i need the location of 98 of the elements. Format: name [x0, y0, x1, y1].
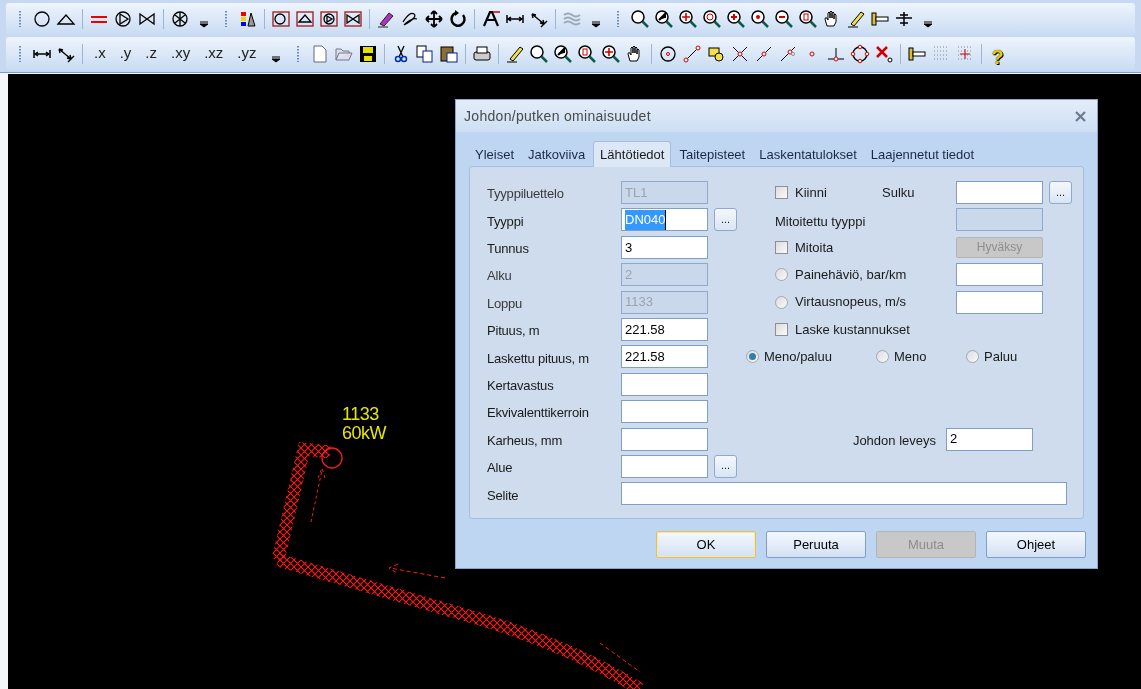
x-mark-icon[interactable] — [873, 43, 894, 64]
radio-button[interactable] — [746, 350, 759, 364]
field-label: Tyyppi — [487, 212, 525, 231]
input-field[interactable] — [621, 372, 708, 396]
zoom-out-icon[interactable] — [774, 9, 794, 29]
input-field[interactable]: 3 — [621, 235, 708, 259]
circle-center-icon[interactable] — [657, 43, 678, 64]
grip-icon — [18, 11, 22, 27]
input-field[interactable] — [621, 427, 708, 451]
field-label: Virtausnopeus, m/s — [795, 293, 908, 312]
zoom-page-icon[interactable] — [576, 43, 597, 64]
line-endpoints-icon[interactable] — [681, 43, 702, 64]
node-label: 1133 — [342, 405, 380, 424]
grip-icon — [224, 11, 228, 27]
window-title: Johdon/putken ominaisuudet — [464, 106, 651, 126]
field-label: Alku — [487, 267, 513, 286]
zoom-icon[interactable] — [528, 43, 549, 64]
save-icon[interactable] — [357, 43, 378, 64]
copy-icon[interactable] — [414, 43, 435, 64]
field-label: Paluu — [984, 348, 1018, 367]
zoom-window-icon[interactable] — [654, 9, 674, 29]
coordinate-button[interactable]: .xz — [199, 41, 229, 66]
dialog-button[interactable]: Peruuta — [766, 531, 866, 558]
field-label: Kiinni — [795, 183, 828, 202]
input-field[interactable] — [621, 400, 708, 424]
input-field[interactable] — [956, 181, 1043, 204]
zoom-magnifier-icon[interactable] — [702, 9, 722, 29]
coordinate-button[interactable]: .x — [89, 41, 111, 66]
field-label: Tunnus — [487, 240, 530, 259]
framed-pump-icon[interactable] — [319, 9, 339, 29]
coordinate-button[interactable]: .y — [114, 41, 137, 66]
tab[interactable]: Laskentatulokset — [753, 144, 863, 166]
close-icon — [1074, 110, 1086, 122]
coordinate-button[interactable]: .yz — [232, 41, 262, 66]
field-label: Pituus, m — [487, 322, 541, 341]
field-label: Mitoita — [795, 238, 835, 257]
field-label: Ekvivalenttikerroin — [487, 404, 590, 423]
field-label: Sulku — [882, 183, 916, 202]
grip-icon — [295, 45, 300, 62]
input-field[interactable] — [956, 290, 1043, 314]
input-field[interactable] — [621, 482, 1067, 506]
input-field[interactable]: 221.58 — [621, 317, 708, 341]
pump-icon[interactable] — [113, 9, 133, 29]
framed-valve-icon[interactable] — [343, 9, 363, 29]
cross-fitting-icon[interactable] — [894, 9, 914, 29]
input-field[interactable] — [621, 454, 708, 478]
zoom-page-icon[interactable] — [798, 9, 818, 29]
zoom-window-icon[interactable] — [552, 43, 573, 64]
pipe-end-icon[interactable] — [870, 9, 890, 29]
coordinate-button[interactable]: .z — [140, 41, 162, 66]
field-label: Karheus, mm — [487, 431, 564, 450]
dialog-button[interactable]: Ohjeet — [986, 531, 1086, 558]
field-label: Johdon leveys — [851, 431, 937, 450]
field-label: Loppu — [487, 294, 524, 313]
tab[interactable]: Taitepisteet — [673, 144, 752, 166]
zoom-extents-icon[interactable] — [600, 43, 621, 64]
field-label: Mitoitettu tyyppi — [775, 212, 867, 231]
tab[interactable]: Yleiset — [469, 144, 521, 166]
field-label: Laske kustannukset — [795, 320, 910, 339]
printer-icon[interactable] — [471, 43, 492, 64]
node-label: 60kW — [342, 424, 386, 443]
tab[interactable]: Lähtötiedot — [593, 141, 672, 167]
rotate-icon[interactable] — [448, 9, 468, 29]
circle-icon[interactable] — [32, 9, 52, 29]
valve-circle-icon[interactable] — [170, 9, 190, 29]
dialog-button[interactable]: OK — [656, 531, 756, 558]
pencil-icon[interactable] — [846, 9, 866, 29]
paste-icon[interactable] — [438, 43, 459, 64]
field-label: Meno — [894, 348, 928, 367]
field-label: Tyyppiluettelo — [487, 185, 565, 204]
field-label: Meno/paluu — [764, 348, 833, 367]
radio-button[interactable] — [876, 350, 889, 364]
palette-icon[interactable] — [238, 9, 258, 29]
grip-icon — [18, 45, 22, 62]
browse-button[interactable]: ... — [714, 454, 737, 478]
coordinate-button[interactable]: .xy — [166, 41, 196, 66]
field-label: Laskettu pituus, m — [487, 349, 590, 368]
input-field[interactable]: 2 — [946, 427, 1033, 451]
input-field[interactable]: 221.58 — [621, 345, 708, 369]
quadrant-points-icon[interactable] — [849, 43, 870, 64]
tab[interactable]: Jatkoviiva — [522, 144, 592, 166]
zoom-icon[interactable] — [630, 9, 650, 29]
input-field[interactable] — [956, 263, 1043, 287]
field-label: Selite — [487, 486, 520, 505]
checkbox[interactable] — [775, 322, 788, 336]
zoom-in-icon[interactable] — [726, 9, 746, 29]
tab[interactable]: Laajennetut tiedot — [864, 144, 981, 166]
field-label: Alue — [487, 459, 514, 478]
field-label: Painehäviö, bar/km — [795, 265, 908, 284]
move-icon[interactable] — [424, 9, 444, 29]
text-tool-icon[interactable] — [481, 9, 501, 29]
checkbox[interactable] — [775, 240, 788, 254]
zoom-magnifier-icon[interactable] — [750, 9, 770, 29]
browse-button[interactable]: ... — [714, 208, 737, 232]
zoom-extents-icon[interactable] — [678, 9, 698, 29]
field-label: Kertavastus — [487, 377, 555, 395]
grip-icon — [616, 11, 620, 27]
radio-button[interactable] — [966, 350, 979, 364]
